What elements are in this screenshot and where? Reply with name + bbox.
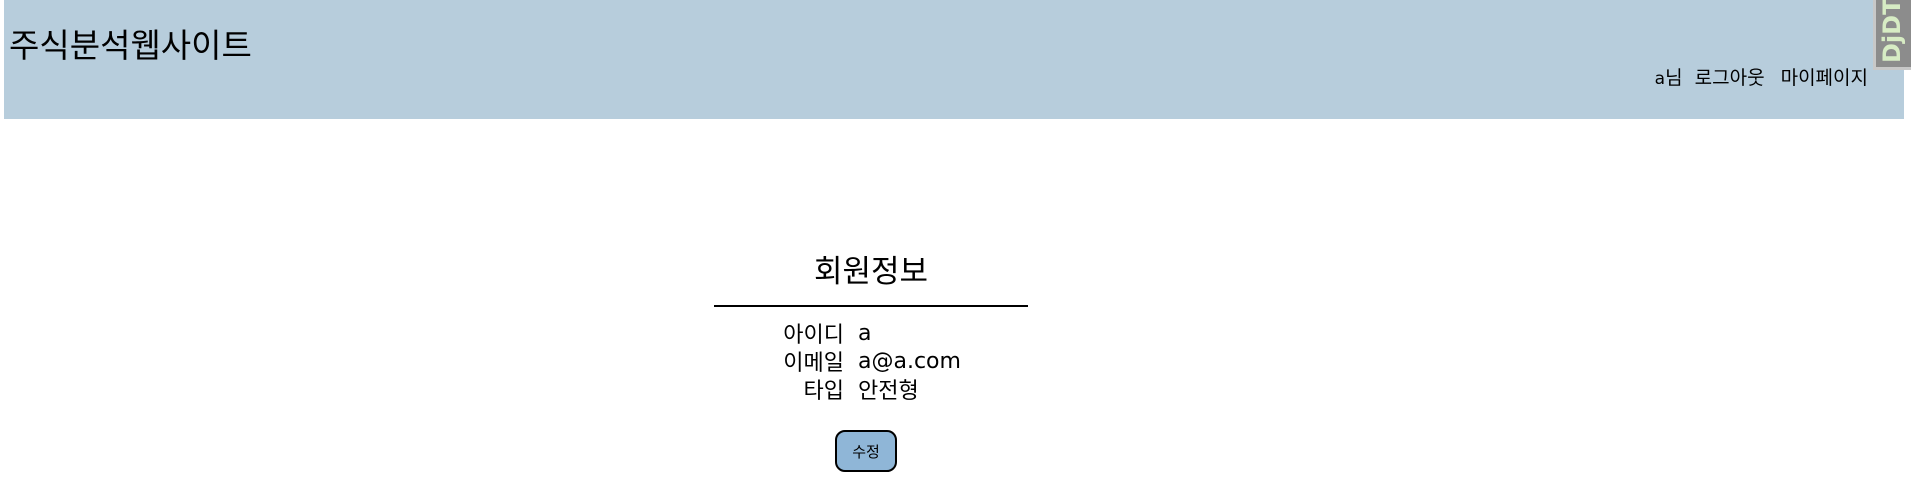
email-value: a@a.com (858, 348, 961, 374)
type-value: 안전형 (858, 379, 919, 404)
info-row-type: 타입 안전형 (714, 375, 1028, 404)
info-row-email: 이메일 a@a.com (714, 347, 1028, 377)
id-value: a (858, 320, 872, 346)
logout-link[interactable]: 로그아웃 (1695, 67, 1765, 89)
type-label: 타입 (803, 379, 844, 404)
user-nav: a님 로그아웃 마이페이지 (1655, 66, 1868, 91)
debug-toolbar-label: DjDT (1878, 0, 1906, 63)
edit-button[interactable]: 수정 (835, 430, 897, 472)
user-id: a (1654, 69, 1666, 89)
site-title[interactable]: 주식분석웹사이트 (9, 26, 252, 66)
mypage-link[interactable]: 마이페이지 (1781, 67, 1868, 89)
site-header: 주식분석웹사이트 a님 로그아웃 마이페이지 (4, 0, 1904, 119)
member-info-title: 회원정보 (714, 250, 1028, 307)
member-info-table: 아이디 a 이메일 a@a.com 타입 안전형 (714, 319, 1028, 405)
info-row-id: 아이디 a (714, 319, 1028, 349)
member-info-panel: 회원정보 아이디 a 이메일 a@a.com 타입 안전형 수정 (714, 250, 1028, 472)
debug-toolbar-handle[interactable]: DjDT (1873, 0, 1911, 70)
user-suffix: 님 (1665, 67, 1683, 89)
